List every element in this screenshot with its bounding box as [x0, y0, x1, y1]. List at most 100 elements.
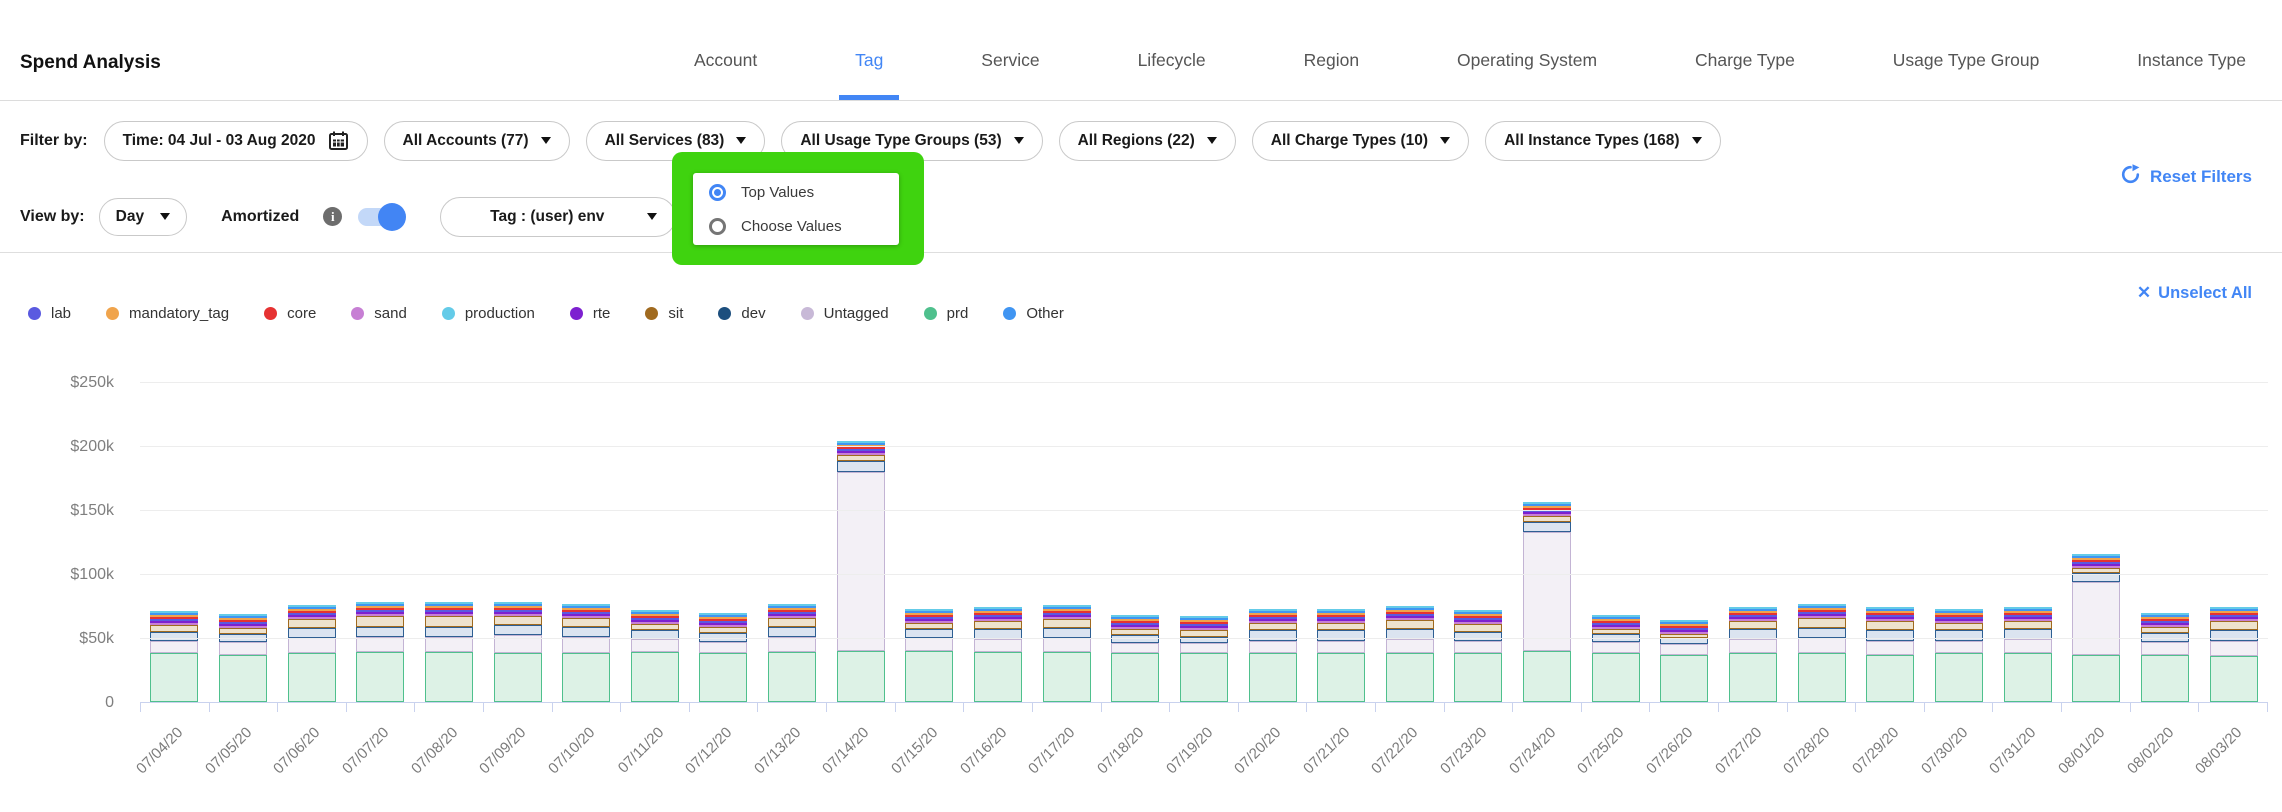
- info-icon[interactable]: i: [323, 207, 342, 226]
- tab-account[interactable]: Account: [692, 46, 759, 100]
- x-tick-label: 07/08/20: [408, 724, 461, 777]
- tab-lifecycle[interactable]: Lifecycle: [1136, 46, 1208, 100]
- legend-label: Other: [1026, 305, 1064, 322]
- legend-item-production[interactable]: production: [442, 305, 535, 322]
- filter-dropdown-all-instance-types-168[interactable]: All Instance Types (168): [1485, 121, 1720, 161]
- granularity-dropdown[interactable]: Day: [99, 198, 187, 236]
- bar-column-07-06-20[interactable]: [277, 383, 346, 703]
- bar-column-07-15-20[interactable]: [895, 383, 964, 703]
- bar-column-07-17-20[interactable]: [1032, 383, 1101, 703]
- stacked-bar: [1454, 610, 1502, 702]
- legend-item-core[interactable]: core: [264, 305, 316, 322]
- bar-column-07-24-20[interactable]: [1513, 383, 1582, 703]
- bar-segment-prd: [1523, 651, 1571, 702]
- legend-item-dev[interactable]: dev: [718, 305, 765, 322]
- x-tick-label: 07/29/20: [1849, 724, 1902, 777]
- view-bar: View by: Day Amortized i Tag : (user) en…: [0, 181, 2282, 252]
- bar-column-07-30-20[interactable]: [1925, 383, 1994, 703]
- tab-service[interactable]: Service: [979, 46, 1041, 100]
- legend-dot-icon: [645, 307, 658, 320]
- bar-column-08-03-20[interactable]: [2199, 383, 2268, 703]
- bar-column-07-14-20[interactable]: [826, 383, 895, 703]
- bar-column-07-29-20[interactable]: [1856, 383, 1925, 703]
- x-label-cell: 07/23/20: [1444, 712, 1513, 807]
- bar-column-07-22-20[interactable]: [1376, 383, 1445, 703]
- bar-column-07-25-20[interactable]: [1581, 383, 1650, 703]
- amortized-toggle[interactable]: [358, 207, 404, 227]
- legend-item-rte[interactable]: rte: [570, 305, 611, 322]
- filter-dropdown-value: All Services (83): [605, 132, 725, 150]
- bar-column-07-10-20[interactable]: [552, 383, 621, 703]
- bar-column-07-13-20[interactable]: [758, 383, 827, 703]
- y-axis-labels: $250k$200k$150k$100k$50k0: [0, 383, 126, 703]
- values-option-choose-values[interactable]: Choose Values: [709, 211, 899, 241]
- bar-column-08-02-20[interactable]: [2131, 383, 2200, 703]
- tag-selector-dropdown[interactable]: Tag : (user) env: [440, 197, 676, 237]
- x-tick: [827, 703, 896, 712]
- legend-item-mandatory_tag[interactable]: mandatory_tag: [106, 305, 229, 322]
- bar-column-07-20-20[interactable]: [1238, 383, 1307, 703]
- bar-column-07-31-20[interactable]: [1993, 383, 2062, 703]
- legend-item-prd[interactable]: prd: [924, 305, 969, 322]
- bar-column-08-01-20[interactable]: [2062, 383, 2131, 703]
- tab-instance-type[interactable]: Instance Type: [2135, 46, 2248, 100]
- filter-dropdown-all-regions-22[interactable]: All Regions (22): [1059, 121, 1236, 161]
- tab-charge-type[interactable]: Charge Type: [1693, 46, 1797, 100]
- x-tick: [484, 703, 553, 712]
- bar-segment-dev: [1249, 630, 1297, 640]
- filter-dropdown-all-charge-types-10[interactable]: All Charge Types (10): [1252, 121, 1469, 161]
- x-tick-label: 07/18/20: [1094, 724, 1147, 777]
- bar-segment-sit: [1249, 623, 1297, 631]
- filter-dropdown-all-accounts-77[interactable]: All Accounts (77): [384, 121, 570, 161]
- bar-column-07-27-20[interactable]: [1719, 383, 1788, 703]
- values-dropdown: Top Values Choose Values: [693, 173, 899, 245]
- bar-column-07-05-20[interactable]: [209, 383, 278, 703]
- bar-segment-prd: [631, 652, 679, 702]
- bar-column-07-19-20[interactable]: [1170, 383, 1239, 703]
- stacked-bar: [1043, 605, 1091, 702]
- bar-column-07-16-20[interactable]: [964, 383, 1033, 703]
- tab-region[interactable]: Region: [1302, 46, 1361, 100]
- bar-segment-dev: [562, 627, 610, 637]
- bar-column-07-07-20[interactable]: [346, 383, 415, 703]
- bar-column-07-12-20[interactable]: [689, 383, 758, 703]
- bar-segment-prd: [1798, 653, 1846, 702]
- bar-column-07-04-20[interactable]: [140, 383, 209, 703]
- bar-segment-sit: [1866, 621, 1914, 630]
- bar-column-07-21-20[interactable]: [1307, 383, 1376, 703]
- time-range-filter[interactable]: Time: 04 Jul - 03 Aug 2020: [104, 121, 368, 161]
- bar-column-07-11-20[interactable]: [620, 383, 689, 703]
- legend-item-lab[interactable]: lab: [28, 305, 71, 322]
- bar-column-07-23-20[interactable]: [1444, 383, 1513, 703]
- legend-item-other[interactable]: Other: [1003, 305, 1064, 322]
- bar-column-07-08-20[interactable]: [415, 383, 484, 703]
- legend-item-sit[interactable]: sit: [645, 305, 683, 322]
- filter-dropdown-value: All Accounts (77): [403, 132, 529, 150]
- x-tick-label: 07/26/20: [1643, 724, 1696, 777]
- tab-tag[interactable]: Tag: [853, 46, 885, 100]
- radio-unselected-icon[interactable]: [709, 218, 726, 235]
- legend-item-untagged[interactable]: Untagged: [801, 305, 889, 322]
- bar-column-07-09-20[interactable]: [483, 383, 552, 703]
- tab-operating-system[interactable]: Operating System: [1455, 46, 1599, 100]
- bar-segment-dev: [2210, 630, 2258, 640]
- bar-column-07-18-20[interactable]: [1101, 383, 1170, 703]
- bar-segment-untagged: [1249, 641, 1297, 654]
- bar-segment-sit: [425, 616, 473, 626]
- x-label-cell: 07/17/20: [1032, 712, 1101, 807]
- stacked-bar: [1935, 609, 1983, 702]
- values-option-top-values[interactable]: Top Values: [709, 177, 899, 207]
- bar-column-07-26-20[interactable]: [1650, 383, 1719, 703]
- legend-item-sand[interactable]: sand: [351, 305, 407, 322]
- bar-segment-untagged: [150, 641, 198, 654]
- unselect-all-button[interactable]: ✕ Unselect All: [2137, 283, 2252, 303]
- bar-segment-prd: [562, 653, 610, 702]
- x-label-cell: 07/13/20: [758, 712, 827, 807]
- radio-selected-icon[interactable]: [709, 184, 726, 201]
- x-label-cell: 07/08/20: [415, 712, 484, 807]
- bar-column-07-28-20[interactable]: [1787, 383, 1856, 703]
- view-by-label: View by:: [20, 208, 85, 226]
- tab-usage-type-group[interactable]: Usage Type Group: [1891, 46, 2042, 100]
- bar-segment-prd: [1386, 653, 1434, 702]
- bar-segment-sit: [562, 618, 610, 627]
